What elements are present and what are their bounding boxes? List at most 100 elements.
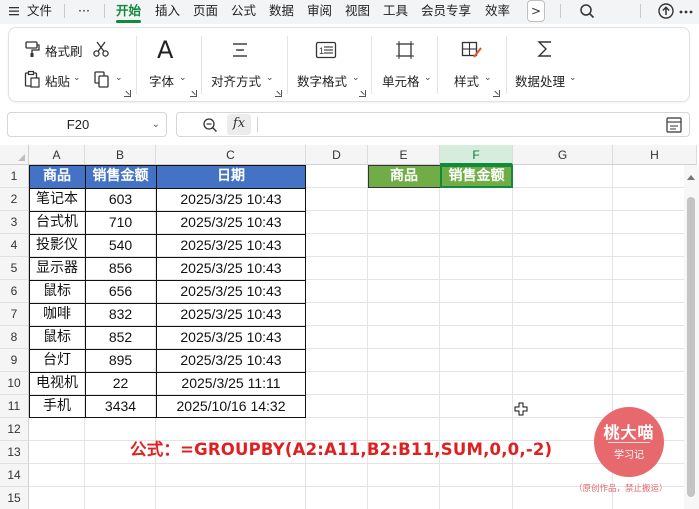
style-dropdown-icon[interactable]: ⌄ bbox=[484, 73, 492, 83]
column-header-b[interactable]: B bbox=[85, 145, 156, 165]
cell-dropdown-icon[interactable]: ⌄ bbox=[424, 73, 432, 83]
tab-data[interactable]: 数据 bbox=[269, 0, 294, 22]
table-cell[interactable]: 笔记本 bbox=[29, 188, 85, 211]
hamburger-icon[interactable] bbox=[8, 5, 20, 17]
table-cell[interactable]: 鼠标 bbox=[29, 280, 85, 303]
tab-efficiency[interactable]: 效率 bbox=[485, 0, 510, 22]
more-options-icon[interactable] bbox=[678, 2, 694, 22]
expand-formula-icon[interactable] bbox=[665, 116, 683, 134]
table-cell[interactable]: 895 bbox=[85, 349, 156, 372]
table-cell[interactable]: 台式机 bbox=[29, 211, 85, 234]
number-format-icon[interactable]: 1 bbox=[315, 40, 337, 60]
row-header-1[interactable]: 1 bbox=[0, 165, 29, 188]
scrollbar-thumb[interactable] bbox=[687, 197, 695, 497]
cell-icon[interactable] bbox=[395, 40, 415, 60]
row-header-10[interactable]: 10 bbox=[0, 372, 29, 395]
table-cell[interactable]: 540 bbox=[85, 234, 156, 257]
copy-icon[interactable] bbox=[93, 70, 111, 88]
font-dropdown-icon[interactable]: ⌄ bbox=[179, 73, 187, 83]
table-cell[interactable]: 2025/3/25 10:43 bbox=[156, 188, 306, 211]
select-all-corner[interactable] bbox=[0, 145, 29, 165]
row-header-13[interactable]: 13 bbox=[0, 441, 29, 464]
column-header-g[interactable]: G bbox=[513, 145, 613, 165]
table-cell[interactable]: 投影仪 bbox=[29, 234, 85, 257]
table-cell[interactable]: 852 bbox=[85, 326, 156, 349]
tab-review[interactable]: 审阅 bbox=[307, 0, 332, 22]
paste-icon[interactable] bbox=[23, 70, 41, 88]
table-cell[interactable]: 鼠标 bbox=[29, 326, 85, 349]
paste-dropdown-icon[interactable]: ⌄ bbox=[73, 73, 81, 83]
row-header-14[interactable]: 14 bbox=[0, 464, 29, 487]
table-cell[interactable]: 22 bbox=[85, 372, 156, 395]
vertical-scrollbar[interactable] bbox=[684, 165, 699, 509]
data-process-label[interactable]: 数据处理 bbox=[515, 71, 565, 90]
scroll-up-arrow-icon[interactable] bbox=[687, 175, 695, 180]
menu-more-dots[interactable]: ··· bbox=[78, 0, 90, 22]
paste-label[interactable]: 粘贴 bbox=[45, 71, 70, 90]
number-format-label[interactable]: 数字格式 bbox=[297, 71, 347, 90]
table-cell[interactable]: 710 bbox=[85, 211, 156, 234]
cell-group-label[interactable]: 单元格 bbox=[382, 71, 420, 90]
search-icon[interactable] bbox=[578, 1, 596, 21]
row-header-15[interactable]: 15 bbox=[0, 487, 29, 509]
row-header-6[interactable]: 6 bbox=[0, 280, 29, 303]
table-cell[interactable]: 2025/3/25 10:43 bbox=[156, 326, 306, 349]
tab-tools[interactable]: 工具 bbox=[383, 0, 408, 22]
column-header-e[interactable]: E bbox=[368, 145, 440, 165]
tab-formula[interactable]: 公式 bbox=[231, 0, 256, 22]
tab-view[interactable]: 视图 bbox=[345, 0, 370, 22]
column-header-a[interactable]: A bbox=[29, 145, 85, 165]
table-cell[interactable]: 2025/3/25 11:11 bbox=[156, 372, 306, 395]
number-format-launcher-icon[interactable] bbox=[359, 90, 366, 97]
table-cell[interactable]: 656 bbox=[85, 280, 156, 303]
column-header-d[interactable]: D bbox=[306, 145, 368, 165]
zoom-search-icon[interactable] bbox=[201, 116, 219, 134]
table-cell[interactable]: 2025/3/25 10:43 bbox=[156, 211, 306, 234]
tab-member[interactable]: 会员专享 bbox=[421, 0, 471, 22]
table-cell[interactable]: 856 bbox=[85, 257, 156, 280]
table-header-cell[interactable]: 商品 bbox=[29, 165, 85, 188]
sigma-icon[interactable] bbox=[534, 38, 556, 60]
number-format-dropdown-icon[interactable]: ⌄ bbox=[352, 73, 360, 83]
data-process-dropdown-icon[interactable]: ⌄ bbox=[569, 73, 577, 83]
fx-button[interactable]: fx bbox=[227, 114, 251, 135]
row-header-3[interactable]: 3 bbox=[0, 211, 29, 234]
column-header-h[interactable]: H bbox=[613, 145, 697, 165]
table-header-cell[interactable]: 销售金额 bbox=[85, 165, 156, 188]
align-launcher-icon[interactable] bbox=[275, 90, 282, 97]
align-icon[interactable] bbox=[230, 40, 250, 60]
tab-insert[interactable]: 插入 bbox=[155, 0, 180, 22]
chevron-down-icon[interactable]: ⌄ bbox=[152, 113, 160, 136]
menu-overflow-button[interactable]: > bbox=[527, 0, 545, 22]
font-group-label[interactable]: 字体 bbox=[149, 71, 174, 90]
font-sample-icon[interactable]: A bbox=[157, 36, 173, 64]
table-cell[interactable]: 2025/10/16 14:32 bbox=[156, 395, 306, 418]
cut-icon[interactable] bbox=[92, 40, 110, 58]
column-header-c[interactable]: C bbox=[156, 145, 306, 165]
tab-page[interactable]: 页面 bbox=[193, 0, 218, 22]
table-cell[interactable]: 2025/3/25 10:43 bbox=[156, 280, 306, 303]
row-header-9[interactable]: 9 bbox=[0, 349, 29, 372]
table-cell[interactable]: 手机 bbox=[29, 395, 85, 418]
copy-dropdown-icon[interactable]: ⌄ bbox=[115, 73, 123, 83]
tab-home[interactable]: 开始 bbox=[116, 0, 142, 23]
table-cell[interactable]: 咖啡 bbox=[29, 303, 85, 326]
table-cell[interactable]: 2025/3/25 10:43 bbox=[156, 349, 306, 372]
row-header-5[interactable]: 5 bbox=[0, 257, 29, 280]
format-painter-icon[interactable] bbox=[23, 40, 41, 58]
row-header-11[interactable]: 11 bbox=[0, 395, 29, 418]
row-header-8[interactable]: 8 bbox=[0, 326, 29, 349]
menu-file[interactable]: 文件 bbox=[27, 0, 52, 22]
align-dropdown-icon[interactable]: ⌄ bbox=[266, 73, 274, 83]
clipboard-launcher-icon[interactable] bbox=[124, 90, 131, 97]
row-header-12[interactable]: 12 bbox=[0, 418, 29, 441]
cloud-upload-icon[interactable] bbox=[657, 1, 675, 21]
style-launcher-icon[interactable] bbox=[493, 90, 500, 97]
table-cell[interactable]: 832 bbox=[85, 303, 156, 326]
table-cell[interactable]: 603 bbox=[85, 188, 156, 211]
row-header-7[interactable]: 7 bbox=[0, 303, 29, 326]
table-cell[interactable]: 2025/3/25 10:43 bbox=[156, 234, 306, 257]
style-group-label[interactable]: 样式 bbox=[454, 71, 479, 90]
table-cell[interactable]: 2025/3/25 10:43 bbox=[156, 303, 306, 326]
name-box[interactable]: F20 ⌄ bbox=[7, 112, 167, 137]
